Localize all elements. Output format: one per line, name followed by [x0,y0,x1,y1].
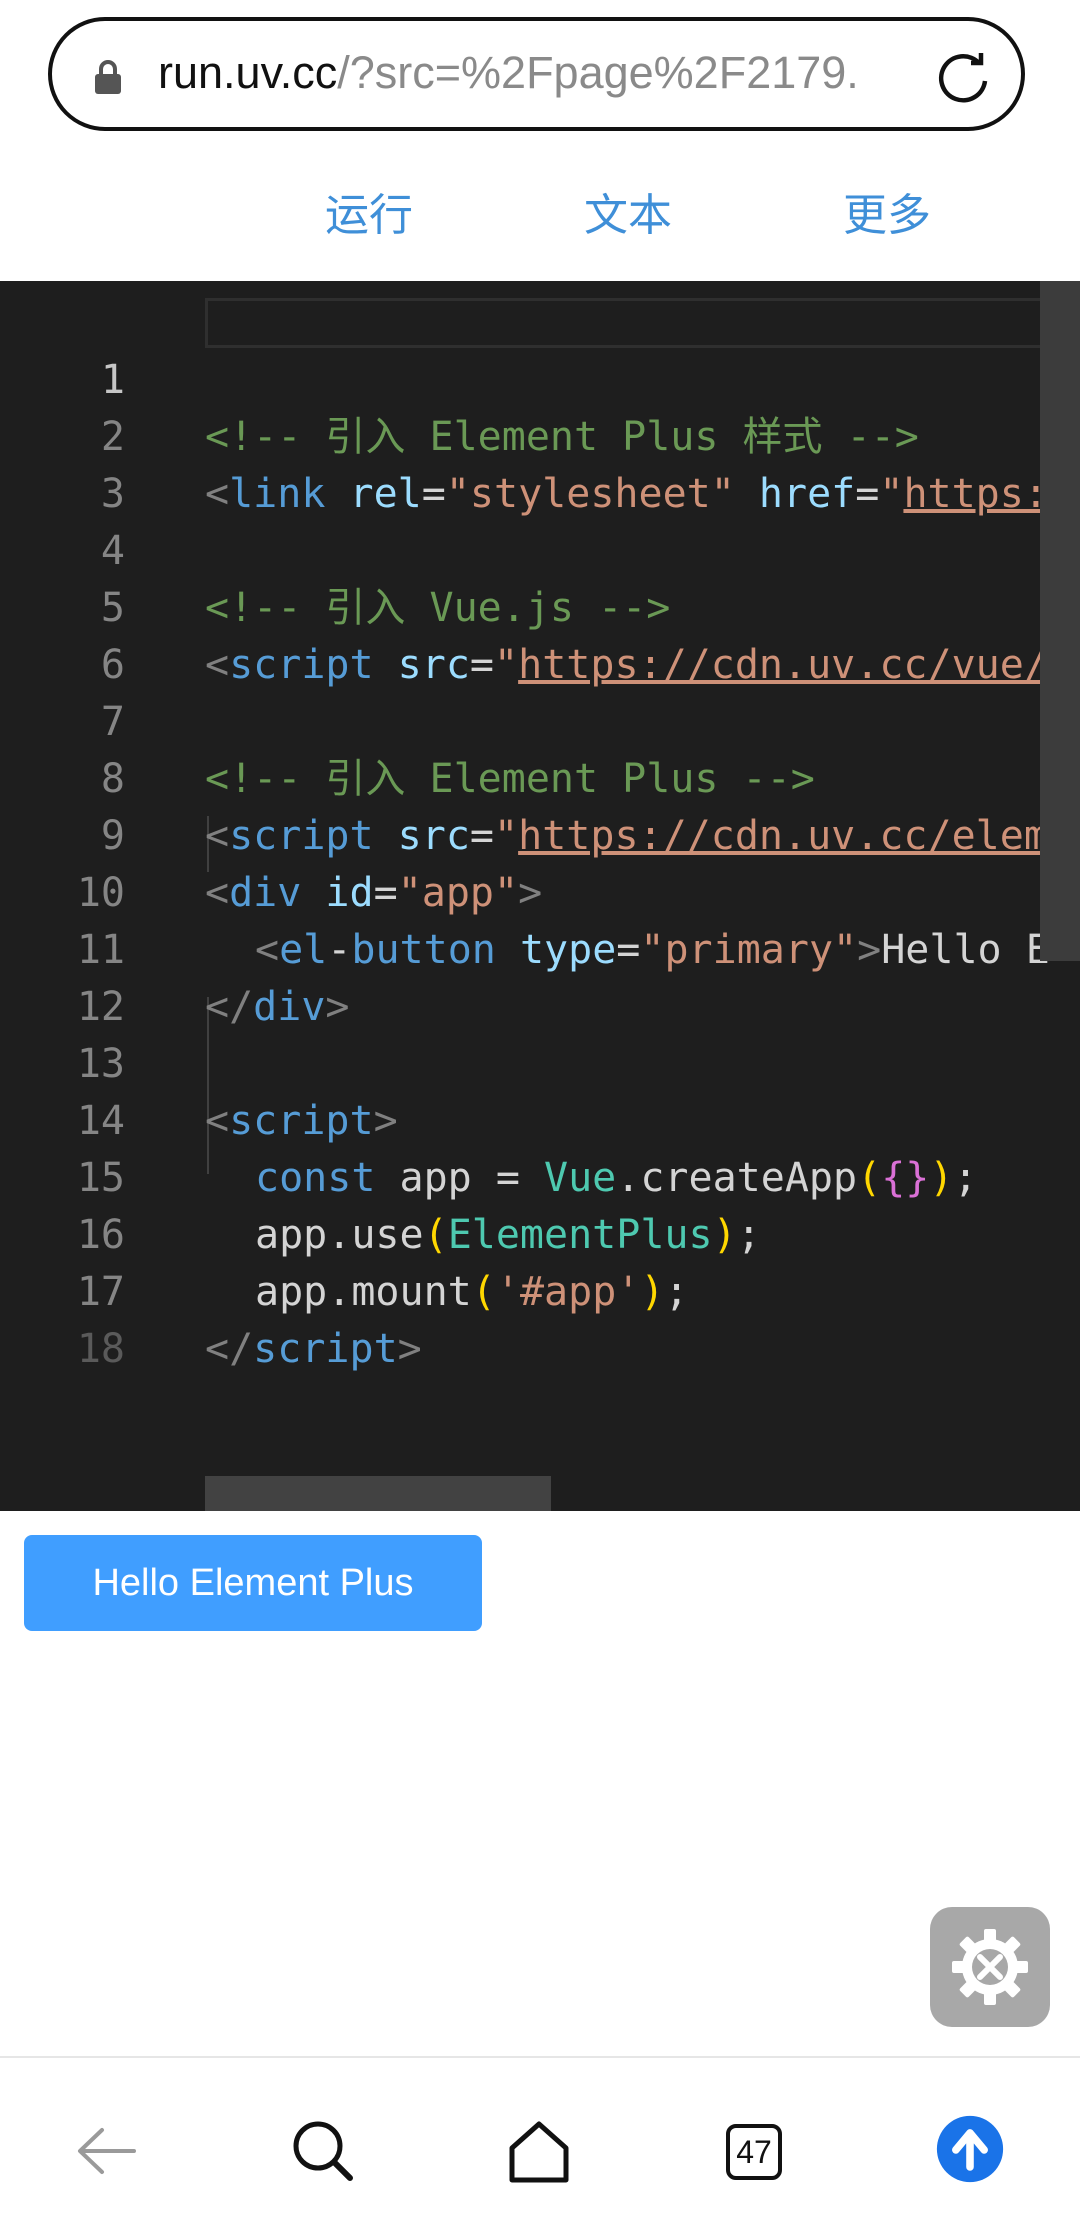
code-line-15: 15 app.use(ElementPlus); [0,1093,1080,1258]
code-line-2: 2 <link rel="stylesheet" href="https: [0,352,1080,517]
code-line-5: 5 <script src="https://cdn.uv.cc/vue/ [0,523,1080,688]
tab-text[interactable]: 文本 [584,188,672,244]
tab-run[interactable]: 运行 [325,188,413,244]
home-icon[interactable] [504,2116,574,2186]
code-line-3: 3 [0,409,1080,517]
horizontal-scrollbar[interactable] [205,1476,551,1511]
code-line-6: 6 [0,580,1080,688]
hello-element-plus-button[interactable]: Hello Element Plus [24,1535,482,1631]
code-line-9: 9 <div id="app"> [0,751,1080,916]
vertical-scrollbar[interactable] [1040,281,1080,961]
address-bar[interactable]: run.uv.cc/?src=%2Fpage%2F2179. [48,17,1025,131]
tab-more[interactable]: 更多 [843,188,931,244]
code-line-10: 10 <el-button type="primary">Hello E [0,808,1080,973]
code-line-13: 13 <script> [0,979,1080,1144]
search-icon[interactable] [288,2116,358,2186]
upload-icon[interactable] [935,2114,1005,2184]
code-line-17: 17 </script> [0,1207,1080,1372]
code-line-14: 14 const app = Vue.createApp({}); [0,1036,1080,1201]
code-line-16: 16 app.mount('#app'); [0,1150,1080,1315]
code-line-12: 12 [0,922,1080,1030]
tools-fab-button[interactable] [930,1907,1050,2027]
reload-icon[interactable] [935,49,991,105]
back-arrow-icon[interactable] [72,2116,142,2186]
tools-gear-icon [952,1929,1028,2005]
tabs-count-button[interactable]: 47 [726,2124,782,2180]
line-number: 18 [76,1326,125,1372]
code-editor[interactable]: 1 <!-- 引入 Element Plus 样式 --> 2 <link re… [0,281,1080,1511]
code-line-11: 11 </div> [0,865,1080,1030]
code-line-4: 4 <!-- 引入 Vue.js --> [0,466,1080,631]
url-host: run.uv.cc [158,47,338,98]
lock-icon [95,60,121,94]
code-line-8: 8 <script src="https://cdn.uv.cc/elem [0,694,1080,859]
code-line-1: 1 <!-- 引入 Element Plus 样式 --> [0,295,1080,460]
code-line-18: 18 [0,1264,1080,1372]
code-line-7: 7 <!-- 引入 Element Plus --> [0,637,1080,802]
bottom-navigation: 47 [0,2056,1080,2227]
code-text: </script> [205,1326,422,1372]
url-text[interactable]: run.uv.cc/?src=%2Fpage%2F2179. [158,45,938,101]
url-path: /?src=%2Fpage%2F2179. [337,47,859,98]
